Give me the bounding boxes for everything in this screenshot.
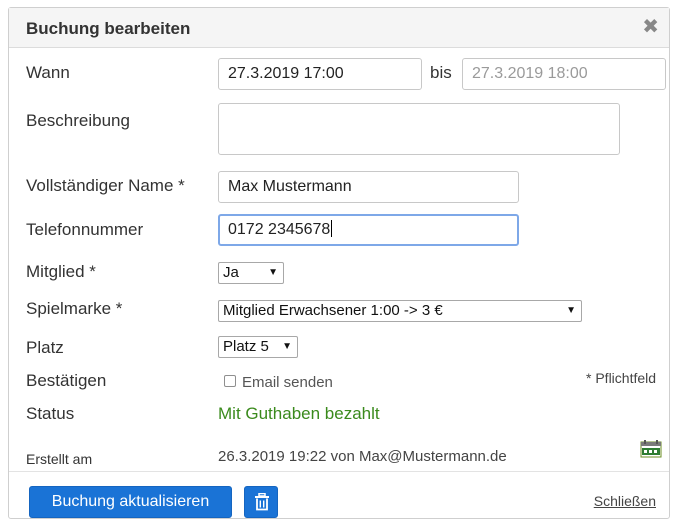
chevron-down-icon: ▼ bbox=[268, 267, 278, 278]
spielmarke-select[interactable]: Mitglied Erwachsener 1:00 -> 3 € ▼ bbox=[218, 300, 582, 322]
platz-select[interactable]: Platz 5 ▼ bbox=[218, 336, 298, 358]
delete-button[interactable] bbox=[244, 486, 278, 518]
beschreibung-textarea[interactable] bbox=[218, 103, 620, 155]
platz-label: Platz bbox=[26, 338, 64, 357]
telefon-label: Telefonnummer bbox=[26, 220, 144, 239]
full-name-input[interactable]: Max Mustermann bbox=[218, 171, 519, 203]
erstellt-label: Erstellt am bbox=[26, 451, 93, 467]
phone-input[interactable]: 0172 2345678 bbox=[218, 214, 519, 246]
dialog-title: Buchung bearbeiten bbox=[26, 19, 191, 38]
text-caret bbox=[331, 220, 333, 237]
phone-input-value: 0172 2345678 bbox=[228, 221, 331, 238]
email-senden-checkbox[interactable] bbox=[224, 375, 236, 387]
chevron-down-icon: ▼ bbox=[282, 341, 292, 352]
erstellt-value: 26.3.2019 19:22 von Max@Mustermann.de bbox=[218, 448, 507, 465]
mitglied-select-value: Ja bbox=[223, 264, 239, 281]
status-label: Status bbox=[26, 404, 75, 423]
trash-icon bbox=[255, 493, 269, 511]
spielmarke-label: Spielmarke * bbox=[26, 299, 123, 318]
dialog-footer: Buchung aktualisieren Schließen bbox=[9, 471, 669, 520]
chevron-down-icon: ▼ bbox=[566, 305, 576, 316]
platz-select-value: Platz 5 bbox=[223, 338, 269, 355]
pflichtfeld-note: * Pflichtfeld bbox=[586, 370, 657, 386]
beschreibung-label: Beschreibung bbox=[26, 111, 130, 130]
mitglied-label: Mitglied * bbox=[26, 262, 96, 281]
ical-icon[interactable] bbox=[640, 440, 662, 458]
email-senden-label[interactable]: Email senden bbox=[242, 374, 333, 391]
mitglied-select[interactable]: Ja ▼ bbox=[218, 262, 284, 284]
end-datetime-input[interactable]: 27.3.2019 18:00 bbox=[462, 58, 666, 90]
spielmarke-select-value: Mitglied Erwachsener 1:00 -> 3 € bbox=[223, 302, 443, 319]
bis-label: bis bbox=[430, 63, 452, 82]
update-booking-button[interactable]: Buchung aktualisieren bbox=[29, 486, 232, 518]
start-datetime-input[interactable]: 27.3.2019 17:00 bbox=[218, 58, 422, 90]
name-label: Vollständiger Name * bbox=[26, 176, 185, 195]
edit-booking-dialog: Buchung bearbeiten ✖ Wann 27.3.2019 17:0… bbox=[8, 7, 670, 519]
dialog-header: Buchung bearbeiten ✖ bbox=[9, 8, 669, 48]
bestaetigen-label: Bestätigen bbox=[26, 371, 107, 390]
close-icon[interactable]: ✖ bbox=[642, 16, 659, 38]
status-value: Mit Guthaben bezahlt bbox=[218, 404, 380, 423]
close-link[interactable]: Schließen bbox=[594, 493, 656, 509]
wann-label: Wann bbox=[26, 63, 70, 82]
